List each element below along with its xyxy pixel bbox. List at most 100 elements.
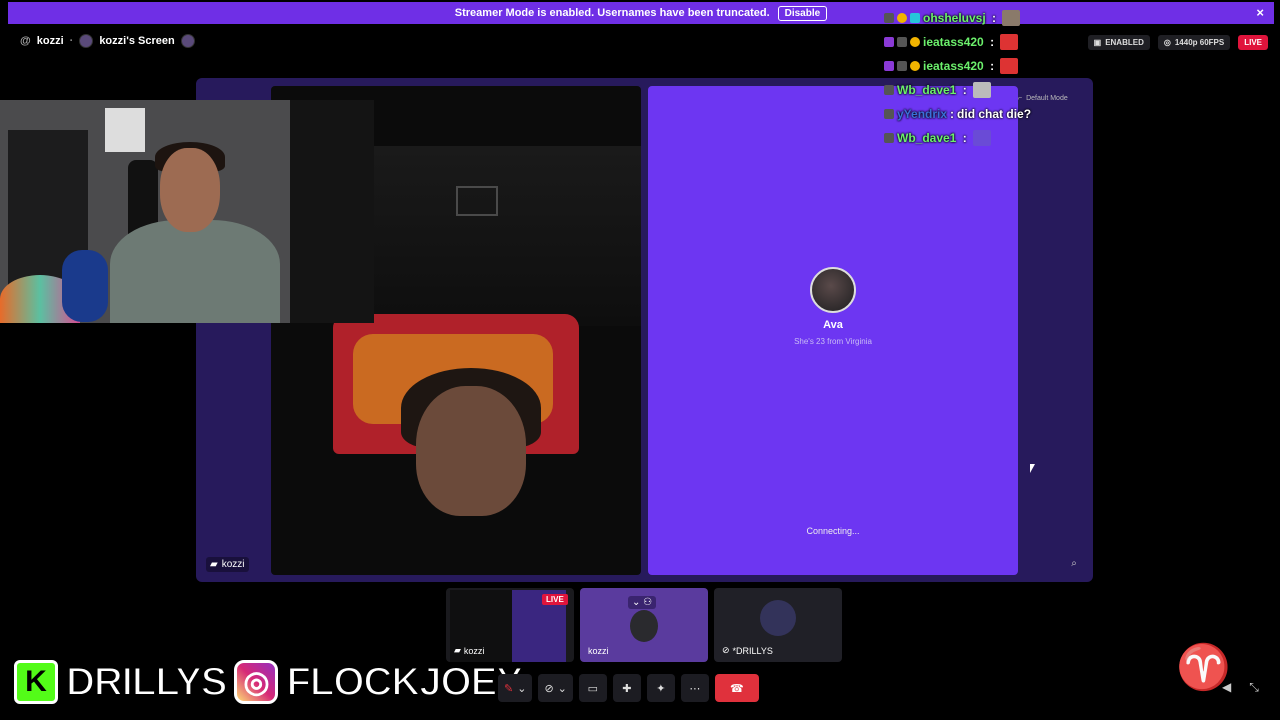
gauge-icon: ◎ [1163, 38, 1171, 47]
banner-text: Streamer Mode is enabled. Usernames have… [454, 7, 770, 19]
chat-username: Wb_dave1 [897, 83, 957, 97]
call-controls: ✎ ⌄ ⊘ ⌄ ▭ ✚ ✦ ⋯ ☎ [498, 674, 759, 702]
live-badge: LIVE [542, 594, 568, 605]
video-tile-ava[interactable]: Ava She's 23 from Virginia Connecting... [648, 86, 1018, 575]
emote-icon [1002, 10, 1021, 26]
connecting-status: Connecting... [806, 526, 860, 536]
volume-controls: ◀ ⤡ [1222, 680, 1259, 695]
separator: · [69, 35, 74, 47]
chat-colon: : [950, 107, 955, 121]
mod-badge-icon [897, 37, 907, 47]
chat-line: Wb_dave1 : [884, 126, 1144, 150]
sparkle-icon: ✦ [656, 682, 666, 695]
emote-icon [1000, 34, 1019, 50]
more-icon: ⋯ [689, 682, 701, 695]
chat-line: ieatass420 : [884, 30, 1144, 54]
add-user-icon[interactable]: ⌄ ⚇ [628, 596, 657, 609]
thumbnail-name: kozzi [588, 646, 609, 656]
user-name[interactable]: kozzi [37, 35, 64, 47]
chat-username: yYendrix [897, 107, 948, 121]
exit-fullscreen-icon[interactable]: ⤡ [1249, 680, 1259, 695]
mic-toggle-button[interactable]: ✎ ⌄ [498, 674, 533, 702]
gold-badge-icon [910, 61, 920, 71]
kick-logo-icon: K [14, 660, 58, 704]
chat-username: ohsheluvsj [923, 11, 986, 25]
chat-line: yYendrix : did chat die? [884, 102, 1144, 126]
avatar [630, 610, 658, 642]
zoom-icon[interactable]: ⌕ [1066, 556, 1082, 572]
chat-colon: : [959, 131, 967, 145]
cyan-badge-icon [910, 13, 920, 23]
quality-badge[interactable]: ◎ 1440p 60FPS [1157, 35, 1231, 50]
chevron-down-icon: ⌄ [517, 682, 527, 695]
emote-icon [972, 130, 991, 146]
participant-thumbnails: LIVE ▰ kozzi ⌄ ⚇ kozzi ⊘ *DRILLYS [446, 588, 842, 662]
gold-badge-icon [910, 37, 920, 47]
thumbnail-label: kozzi [588, 646, 609, 656]
screen-share-button[interactable]: ▭ [578, 674, 607, 702]
chat-bubble-icon: ▰ [454, 645, 461, 655]
avatar [760, 600, 796, 636]
breadcrumb: @ kozzi · kozzi's Screen [20, 34, 195, 48]
volume-icon[interactable]: ◀ [1222, 680, 1231, 695]
app-root: Streamer Mode is enabled. Usernames have… [0, 0, 1280, 720]
live-badge: LIVE [1238, 35, 1268, 50]
mod-badge-icon [884, 85, 894, 95]
thumbnail-drillys[interactable]: ⊘ *DRILLYS [714, 588, 842, 662]
emote-icon [972, 82, 991, 98]
sub-badge-icon [884, 61, 894, 71]
mic-muted-icon: ✎ [504, 682, 514, 695]
chat-colon: : [959, 83, 967, 97]
avatar [79, 34, 94, 48]
thumbnail-kozzi-screen[interactable]: LIVE ▰ kozzi [446, 588, 574, 662]
emote-icon [1000, 58, 1019, 74]
face [416, 386, 526, 516]
screen-avatar [180, 34, 195, 48]
more-options-button[interactable]: ⋯ [680, 674, 709, 702]
screen-share-icon: ▭ [587, 682, 599, 695]
webcam-overlay [0, 100, 374, 323]
thumbnail-kozzi[interactable]: ⌄ ⚇ kozzi [580, 588, 708, 662]
at-icon: @ [20, 35, 31, 47]
wall-frame [105, 108, 145, 152]
activities-button[interactable]: ✚ [612, 674, 641, 702]
participant-name: Ava [823, 319, 843, 331]
activities-icon: ✚ [622, 682, 632, 695]
quality-text: 1440p 60FPS [1174, 38, 1225, 47]
participant-subtitle: She's 23 from Virginia [794, 337, 872, 346]
chat-line: Wb_dave1 : [884, 78, 1144, 102]
camera-toggle-button[interactable]: ⊘ ⌄ [538, 674, 573, 702]
thumbnail-label: ▰ kozzi [454, 645, 484, 656]
mod-badge-icon [884, 133, 894, 143]
camera-off-icon: ⊘ [544, 682, 554, 695]
chat-overlay: ohsheluvsj : ieatass420 : ieatass420 : W… [884, 6, 1144, 150]
stage-user-name: kozzi [221, 559, 245, 570]
background-room [371, 146, 641, 326]
avatar [810, 267, 856, 313]
gold-badge-icon [897, 13, 907, 23]
disable-streamer-mode-button[interactable]: Disable [777, 5, 828, 21]
chat-message: did chat die? [957, 107, 1032, 121]
mod-badge-icon [884, 13, 894, 23]
chat-line: ieatass420 : [884, 54, 1144, 78]
chat-username: Wb_dave1 [897, 131, 957, 145]
hoop [456, 186, 498, 216]
chat-colon: : [986, 35, 995, 49]
close-icon[interactable]: × [1256, 5, 1264, 20]
mod-badge-icon [884, 109, 894, 119]
leave-call-button[interactable]: ☎ [714, 674, 759, 702]
mouse-cursor [1030, 464, 1035, 473]
chat-colon: : [986, 59, 995, 73]
signature-logo-icon: ♈ [1176, 643, 1231, 692]
effects-button[interactable]: ✦ [646, 674, 675, 702]
instagram-logo-icon: ◎ [234, 660, 279, 704]
door-right [290, 100, 374, 323]
chat-line: ohsheluvsj : [884, 6, 1144, 30]
thumbnail-label: ⊘ *DRILLYS [722, 645, 773, 656]
screen-name[interactable]: kozzi's Screen [99, 35, 174, 47]
thumbnail-name: kozzi [463, 645, 485, 656]
kick-handle: DRILLYS [65, 659, 228, 705]
head [160, 148, 220, 232]
chat-colon: : [988, 11, 997, 25]
microphone [62, 250, 108, 322]
